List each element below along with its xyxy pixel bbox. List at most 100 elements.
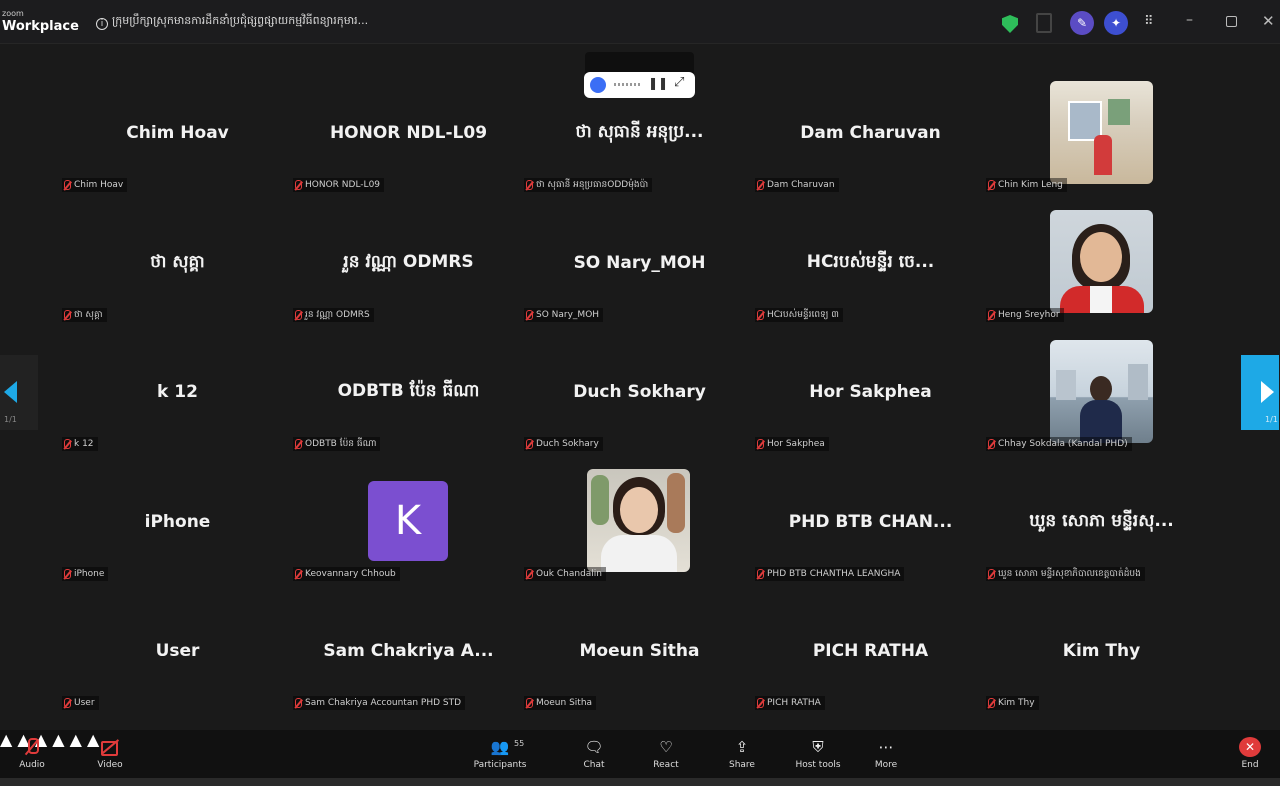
- restore-button[interactable]: [1226, 16, 1237, 27]
- logo-line1: zoom: [2, 9, 24, 18]
- logo-line2: Workplace: [2, 19, 79, 34]
- participant-label-text: Kim Thy: [998, 698, 1035, 708]
- muted-mic-icon: [986, 697, 995, 709]
- close-window-button[interactable]: ✕: [1262, 12, 1275, 34]
- muted-mic-icon: [293, 697, 302, 709]
- host-tools-label: Host tools: [795, 760, 841, 770]
- share-button[interactable]: ⇪ Share: [722, 730, 762, 778]
- participant-tile[interactable]: Heng Sreyhor: [986, 198, 1217, 328]
- participant-tile[interactable]: Dam Charuvan Dam Charuvan: [755, 68, 986, 198]
- react-options-chevron-icon[interactable]: ▲: [70, 730, 82, 749]
- background-building: [1056, 370, 1076, 400]
- participant-tile[interactable]: Hor Sakphea Hor Sakphea: [755, 327, 986, 457]
- person-collar: [1090, 286, 1112, 313]
- participant-label: Sam Chakriya Accountan PHD STD: [293, 696, 466, 710]
- participant-label-text: User: [74, 698, 95, 708]
- participant-label-text: PHD BTB CHANTHA LEANGHA: [767, 569, 901, 579]
- react-button[interactable]: ♡ React: [646, 730, 686, 778]
- encryption-shield-icon[interactable]: [1002, 15, 1018, 33]
- participant-tile[interactable]: Chim Hoav Chim Hoav: [62, 68, 293, 198]
- participants-count: 55: [514, 739, 525, 748]
- taskbar-strip: [0, 778, 1280, 786]
- participant-tile[interactable]: រួន វណ្ណា ODMRS រួន វណ្ណា ODMRS: [293, 198, 524, 328]
- participant-tile[interactable]: iPhone iPhone: [62, 457, 293, 587]
- participant-label: Hor Sakphea: [755, 437, 829, 451]
- sparkle-icon[interactable]: ✦: [1104, 11, 1128, 35]
- participant-tile[interactable]: K Keovannary Chhoub: [293, 457, 524, 587]
- video-button[interactable]: Video: [88, 730, 132, 778]
- host-tools-button[interactable]: ⛨ Host tools: [790, 730, 846, 778]
- participant-tile[interactable]: k 12 k 12: [62, 327, 293, 457]
- chat-button[interactable]: 🗨 Chat: [576, 730, 612, 778]
- info-icon[interactable]: i: [96, 18, 108, 30]
- participant-tile[interactable]: Duch Sokhary Duch Sokhary: [524, 327, 755, 457]
- zoom-workplace-logo: zoom Workplace: [2, 9, 79, 36]
- audio-label: Audio: [19, 760, 45, 770]
- participant-tile[interactable]: ឃួន សោភា មន្ទីរសុ... ឃួន សោភា មន្ទីរសុខាភ…: [986, 457, 1217, 587]
- participant-tile[interactable]: ថា សុធានី អនុប្រ... ថា សុធានី អនុប្រធានOD…: [524, 68, 755, 198]
- muted-mic-icon: [62, 438, 71, 450]
- previous-page-button[interactable]: 1/1: [0, 355, 38, 430]
- participant-label-text: Chhay Sokdala (Kandal PHD): [998, 439, 1128, 449]
- more-button[interactable]: ⋯ More: [866, 730, 906, 778]
- apps-grid-icon[interactable]: ⠿: [1144, 15, 1158, 29]
- muted-mic-icon: [21, 737, 43, 757]
- participant-tile[interactable]: HONOR NDL-L09 HONOR NDL-L09: [293, 68, 524, 198]
- participant-label: Kim Thy: [986, 696, 1039, 710]
- participant-tile[interactable]: Sam Chakriya A... Sam Chakriya Accountan …: [293, 586, 524, 716]
- person-face: [1080, 232, 1122, 282]
- end-meeting-button[interactable]: ✕ End: [1232, 730, 1268, 778]
- participant-tile[interactable]: User User: [62, 586, 293, 716]
- audio-button[interactable]: Audio: [10, 730, 54, 778]
- participant-label: Chhay Sokdala (Kandal PHD): [986, 437, 1132, 451]
- participant-tile[interactable]: Chin Kim Leng: [986, 68, 1217, 198]
- participant-label: HONOR NDL-L09: [293, 178, 385, 192]
- participant-label: PHD BTB CHANTHA LEANGHA: [755, 567, 905, 581]
- chevron-left-icon: [4, 381, 17, 403]
- participant-label: ថា សុធានី អនុប្រធានODDម៉ុងប៉ា: [524, 178, 653, 192]
- participant-label: ODBTB ប៉ែន ធីណា: [293, 437, 381, 451]
- participant-label: k 12: [62, 437, 98, 451]
- participant-label: Heng Sreyhor: [986, 308, 1064, 322]
- ai-companion-icon[interactable]: ✎: [1070, 11, 1094, 35]
- chat-options-chevron-icon[interactable]: ▲: [52, 730, 64, 749]
- video-off-icon: [99, 737, 121, 757]
- participant-tile[interactable]: Moeun Sitha Moeun Sitha: [524, 586, 755, 716]
- participant-label-text: រួន វណ្ណា ODMRS: [305, 309, 370, 320]
- muted-mic-icon: [755, 309, 764, 321]
- participant-label-text: ឃួន សោភា មន្ទីរសុខាភិបាលខេត្តបាត់ដំបង: [998, 568, 1141, 579]
- meeting-toolbar: Audio ▲ Video ▲ 👥 Participants 55 ▲ 🗨 Ch…: [0, 730, 1280, 778]
- meeting-info[interactable]: i ក្រុមប្រឹក្សាស្រុកមានការដឹកនាំប្រជុំផ្ស…: [96, 14, 368, 30]
- participant-tile[interactable]: PICH RATHA PICH RATHA: [755, 586, 986, 716]
- participant-tile[interactable]: PHD BTB CHAN... PHD BTB CHANTHA LEANGHA: [755, 457, 986, 587]
- participant-tile[interactable]: Ouk Chandalin: [524, 457, 755, 587]
- meeting-title: ក្រុមប្រឹក្សាស្រុកមានការដឹកនាំប្រជុំផ្សព…: [112, 14, 369, 27]
- participant-tile[interactable]: SO Nary_MOH SO Nary_MOH: [524, 198, 755, 328]
- notes-icon[interactable]: [1036, 13, 1052, 33]
- participants-button[interactable]: 👥 Participants: [470, 730, 530, 778]
- participants-label: Participants: [473, 760, 527, 770]
- muted-mic-icon: [755, 438, 764, 450]
- participant-video: [587, 469, 690, 572]
- participant-label: PICH RATHA: [755, 696, 825, 710]
- person-shirt: [601, 535, 677, 572]
- minimize-button[interactable]: –: [1186, 12, 1193, 34]
- participant-tile[interactable]: Kim Thy Kim Thy: [986, 586, 1217, 716]
- participant-video: [1050, 210, 1153, 313]
- participant-tile[interactable]: ODBTB ប៉ែន ធីណា ODBTB ប៉ែន ធីណា: [293, 327, 524, 457]
- next-page-button[interactable]: 1/1: [1241, 355, 1279, 430]
- title-bar: zoom Workplace i ក្រុមប្រឹក្សាស្រុកមានការ…: [0, 0, 1280, 44]
- chat-icon: 🗨: [584, 738, 604, 756]
- muted-mic-icon: [755, 179, 764, 191]
- participant-tile[interactable]: Chhay Sokdala (Kandal PHD): [986, 327, 1217, 457]
- participant-label-text: Chin Kim Leng: [998, 180, 1063, 190]
- participant-tile[interactable]: ថា សុគ្គា ថា សុគ្គា: [62, 198, 293, 328]
- participant-label: ឃួន សោភា មន្ទីរសុខាភិបាលខេត្តបាត់ដំបង: [986, 567, 1145, 581]
- chevron-right-icon: [1261, 381, 1274, 403]
- participant-label-text: ODBTB ប៉ែន ធីណា: [305, 438, 377, 449]
- more-label: More: [874, 760, 898, 770]
- more-dots-icon: ⋯: [878, 738, 894, 756]
- muted-mic-icon: [62, 309, 71, 321]
- participant-tile[interactable]: HCរបស់មន្ទីរ ចេ... HCរបស់មន្ទីរពេទ្យ ៣: [755, 198, 986, 328]
- share-label: Share: [729, 760, 755, 770]
